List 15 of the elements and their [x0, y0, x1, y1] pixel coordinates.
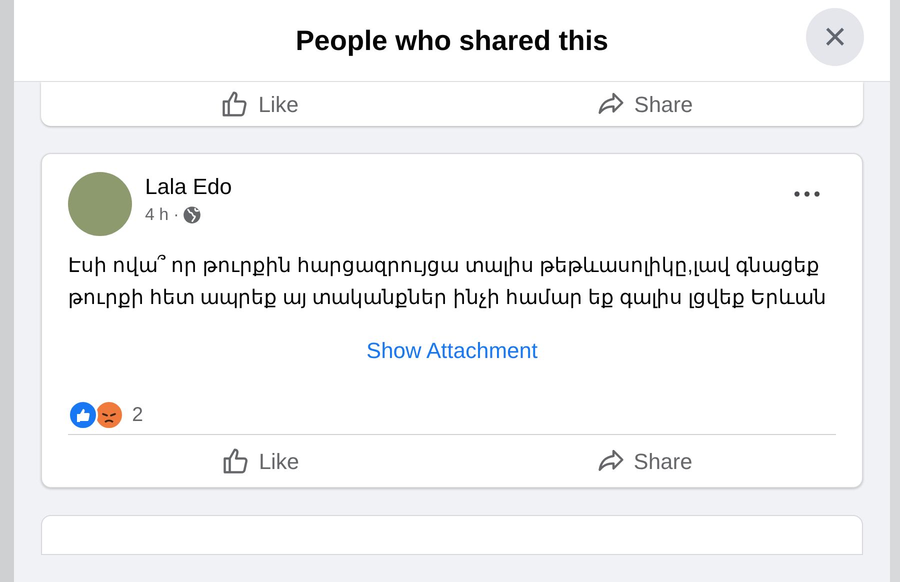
dialog-title: People who shared this [296, 24, 608, 58]
globe-icon [183, 206, 202, 224]
post-text: Էսի ովա՞ որ թուրքին հարցազրույցա տալիս թեթևասոլիկը,լավ գնացեք թուրքի հետ ապրեք այ տականքներ ինչի համար եք գալիս լցվեք Երևան [68, 254, 828, 311]
reaction-count[interactable]: 2 [132, 400, 144, 430]
show-attachment-link[interactable]: Show Attachment [366, 334, 538, 367]
author-name[interactable]: Lala Edo [145, 172, 232, 202]
post-action-button[interactable]: Like [68, 439, 452, 483]
post-time[interactable]: 4 h · [145, 202, 180, 228]
close-button[interactable]: × [806, 8, 864, 66]
post-action-button[interactable]: Share [452, 82, 837, 126]
like-reaction-icon [68, 400, 98, 430]
post-action-button[interactable]: Like [67, 82, 452, 126]
post-action-button[interactable]: Share [452, 439, 836, 483]
more-icon [794, 191, 820, 197]
angry-reaction-icon [94, 400, 124, 430]
